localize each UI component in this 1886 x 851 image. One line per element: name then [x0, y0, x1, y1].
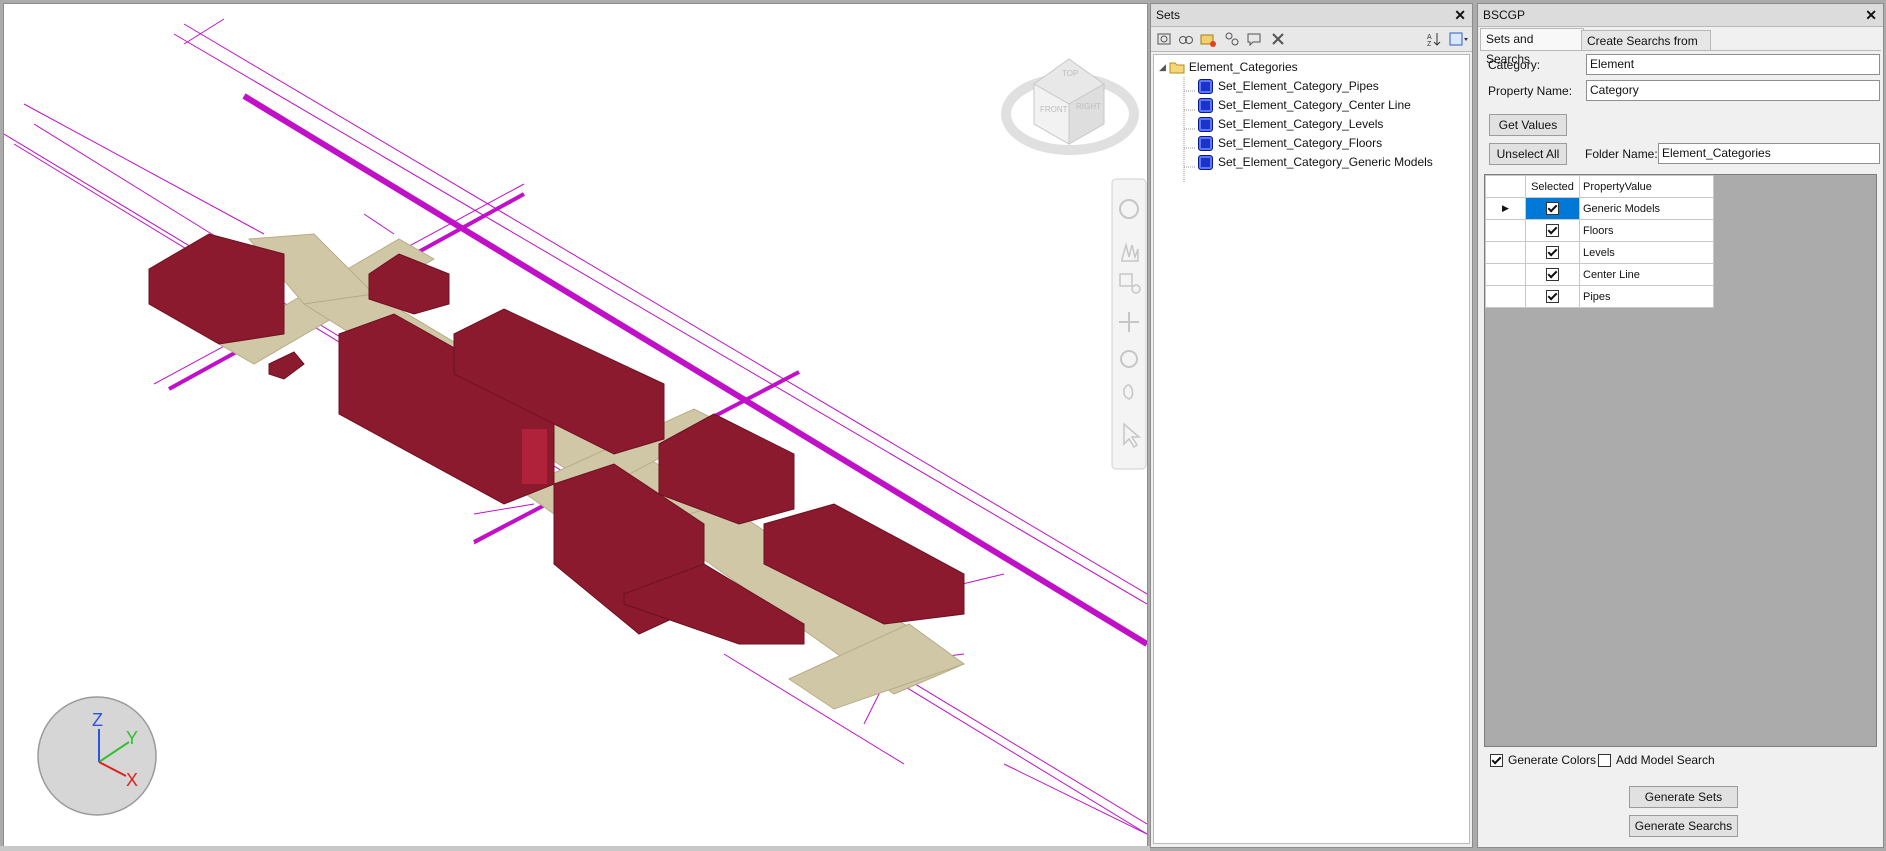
- model-scene[interactable]: TOP FRONT RIGHT Z Y X: [4, 4, 1147, 847]
- add-model-search-label: Add Model Search: [1616, 753, 1715, 767]
- new-folder-icon[interactable]: [1199, 30, 1217, 48]
- add-model-search-checkbox[interactable]: [1598, 753, 1611, 767]
- bscgp-panel-title-bar: BSCGP ✕: [1478, 4, 1883, 27]
- get-values-button[interactable]: Get Values: [1489, 114, 1567, 136]
- bscgp-close-icon[interactable]: ✕: [1865, 4, 1877, 26]
- selected-cell[interactable]: [1525, 263, 1580, 286]
- set-icon: [1198, 97, 1213, 113]
- set-icon: [1198, 154, 1213, 170]
- bscgp-panel-title: BSCGP: [1483, 8, 1526, 22]
- save-search-icon[interactable]: [1177, 30, 1195, 48]
- row-checkbox[interactable]: [1546, 246, 1559, 259]
- row-header[interactable]: [1485, 285, 1526, 308]
- navigation-bar[interactable]: [1111, 178, 1147, 470]
- property-value-cell[interactable]: Levels: [1579, 241, 1714, 264]
- generate-searchs-button[interactable]: Generate Searchs: [1629, 815, 1738, 837]
- category-field[interactable]: Element: [1586, 54, 1880, 75]
- grid-header-row: Selected PropertyValue: [1485, 175, 1714, 198]
- table-row[interactable]: ▶ Generic Models: [1485, 197, 1714, 220]
- viewcube-front-label: FRONT: [1040, 105, 1068, 114]
- tree-item-set-center-line[interactable]: Set_Element_Category_Center Line: [1198, 96, 1411, 114]
- tree-item-set-levels[interactable]: Set_Element_Category_Levels: [1198, 115, 1383, 133]
- building-highlight: [522, 429, 547, 484]
- set-icon: [1198, 116, 1213, 132]
- tree-item-set-pipes[interactable]: Set_Element_Category_Pipes: [1198, 77, 1379, 95]
- property-name-field[interactable]: Category: [1586, 80, 1880, 101]
- axis-z-label: Z: [92, 710, 103, 730]
- row-checkbox[interactable]: [1546, 224, 1559, 237]
- tab-divider: [1480, 50, 1881, 51]
- duplicate-icon[interactable]: [1223, 30, 1241, 48]
- category-label: Category:: [1488, 58, 1541, 72]
- values-table: Selected PropertyValue ▶ Generic Models …: [1485, 175, 1714, 308]
- set-icon: [1198, 135, 1213, 151]
- table-row[interactable]: Pipes: [1485, 285, 1714, 308]
- property-value-cell[interactable]: Center Line: [1579, 263, 1714, 286]
- table-row[interactable]: Floors: [1485, 219, 1714, 242]
- row-header[interactable]: [1485, 219, 1526, 242]
- selected-cell[interactable]: [1525, 197, 1580, 220]
- unselect-all-button[interactable]: Unselect All: [1489, 143, 1567, 165]
- row-header-corner: [1485, 175, 1526, 198]
- sort-icon[interactable]: AZ: [1425, 30, 1443, 48]
- folder-name-field[interactable]: Element_Categories: [1658, 143, 1880, 164]
- tree-item-label: Set_Element_Category_Levels: [1218, 117, 1384, 131]
- column-header-selected[interactable]: Selected: [1525, 175, 1580, 198]
- generate-colors-label: Generate Colors: [1508, 753, 1597, 767]
- folder-name-label: Folder Name:: [1585, 147, 1658, 161]
- row-checkbox[interactable]: [1546, 202, 1559, 215]
- property-value-cell[interactable]: Generic Models: [1579, 197, 1714, 220]
- save-selection-icon[interactable]: [1155, 30, 1173, 48]
- set-icon: [1198, 78, 1213, 94]
- tree-item-label: Set_Element_Category_Floors: [1218, 136, 1383, 150]
- tree-item-set-generic-models[interactable]: Set_Element_Category_Generic Models: [1198, 153, 1433, 171]
- table-row[interactable]: Levels: [1485, 241, 1714, 264]
- sets-tree[interactable]: ◢ Element_Categories Set_Element_Categor…: [1153, 54, 1470, 844]
- tree-item-label: Set_Element_Category_Generic Models: [1218, 155, 1433, 169]
- current-row-indicator-icon: ▶: [1485, 197, 1526, 220]
- delete-icon[interactable]: [1269, 30, 1287, 48]
- svg-text:Z: Z: [1427, 41, 1432, 47]
- tree-item-label: Set_Element_Category_Pipes: [1218, 79, 1379, 93]
- collapse-triangle-icon[interactable]: ◢: [1159, 62, 1166, 73]
- bottom-tab-strip: [0, 846, 1150, 851]
- row-checkbox[interactable]: [1546, 268, 1559, 281]
- row-header[interactable]: [1485, 263, 1526, 286]
- sets-toolbar: AZ: [1151, 27, 1472, 52]
- row-checkbox[interactable]: [1546, 290, 1559, 303]
- tree-item-set-floors[interactable]: Set_Element_Category_Floors: [1198, 134, 1382, 152]
- sets-close-icon[interactable]: ✕: [1454, 4, 1466, 26]
- property-value-cell[interactable]: Pipes: [1579, 285, 1714, 308]
- viewcube[interactable]: TOP FRONT RIGHT: [1001, 58, 1139, 155]
- generate-colors-checkbox[interactable]: [1490, 753, 1503, 767]
- 3d-viewport[interactable]: TOP FRONT RIGHT Z Y X: [3, 3, 1148, 848]
- tab-sets-and-searchs[interactable]: Sets and Searchs: [1480, 28, 1584, 66]
- property-name-label: Property Name:: [1488, 84, 1573, 98]
- selected-cell[interactable]: [1525, 241, 1580, 264]
- tree-item-label: Set_Element_Category_Center Line: [1218, 98, 1411, 112]
- viewcube-right-label: RIGHT: [1076, 102, 1101, 111]
- tab-create-searchs-from-db[interactable]: Create Searchs from DB: [1581, 30, 1711, 68]
- sets-panel-title-bar: Sets ✕: [1151, 4, 1472, 27]
- selected-cell[interactable]: [1525, 285, 1580, 308]
- import-export-icon[interactable]: [1448, 30, 1470, 48]
- bscgp-panel: BSCGP ✕ Sets and Searchs Create Searchs …: [1477, 3, 1884, 848]
- add-comment-icon[interactable]: [1245, 30, 1263, 48]
- column-header-property-value[interactable]: PropertyValue: [1579, 175, 1714, 198]
- sets-panel: Sets ✕ AZ ◢ Element_Categories Set_Eleme…: [1150, 3, 1473, 848]
- sets-panel-title: Sets: [1156, 8, 1181, 22]
- property-value-cell[interactable]: Floors: [1579, 219, 1714, 242]
- table-row[interactable]: Center Line: [1485, 263, 1714, 286]
- generate-sets-button[interactable]: Generate Sets: [1629, 786, 1738, 808]
- selected-cell[interactable]: [1525, 219, 1580, 242]
- generate-colors-option[interactable]: Generate Colors: [1490, 753, 1596, 767]
- add-model-search-option[interactable]: Add Model Search: [1598, 753, 1715, 767]
- axis-x-label: X: [126, 770, 138, 790]
- viewcube-top-label: TOP: [1062, 69, 1078, 78]
- svg-text:A: A: [1427, 34, 1432, 41]
- axis-widget: Z Y X: [37, 696, 157, 816]
- axis-y-label: Y: [126, 728, 138, 748]
- values-grid[interactable]: Selected PropertyValue ▶ Generic Models …: [1484, 174, 1877, 747]
- row-header[interactable]: [1485, 241, 1526, 264]
